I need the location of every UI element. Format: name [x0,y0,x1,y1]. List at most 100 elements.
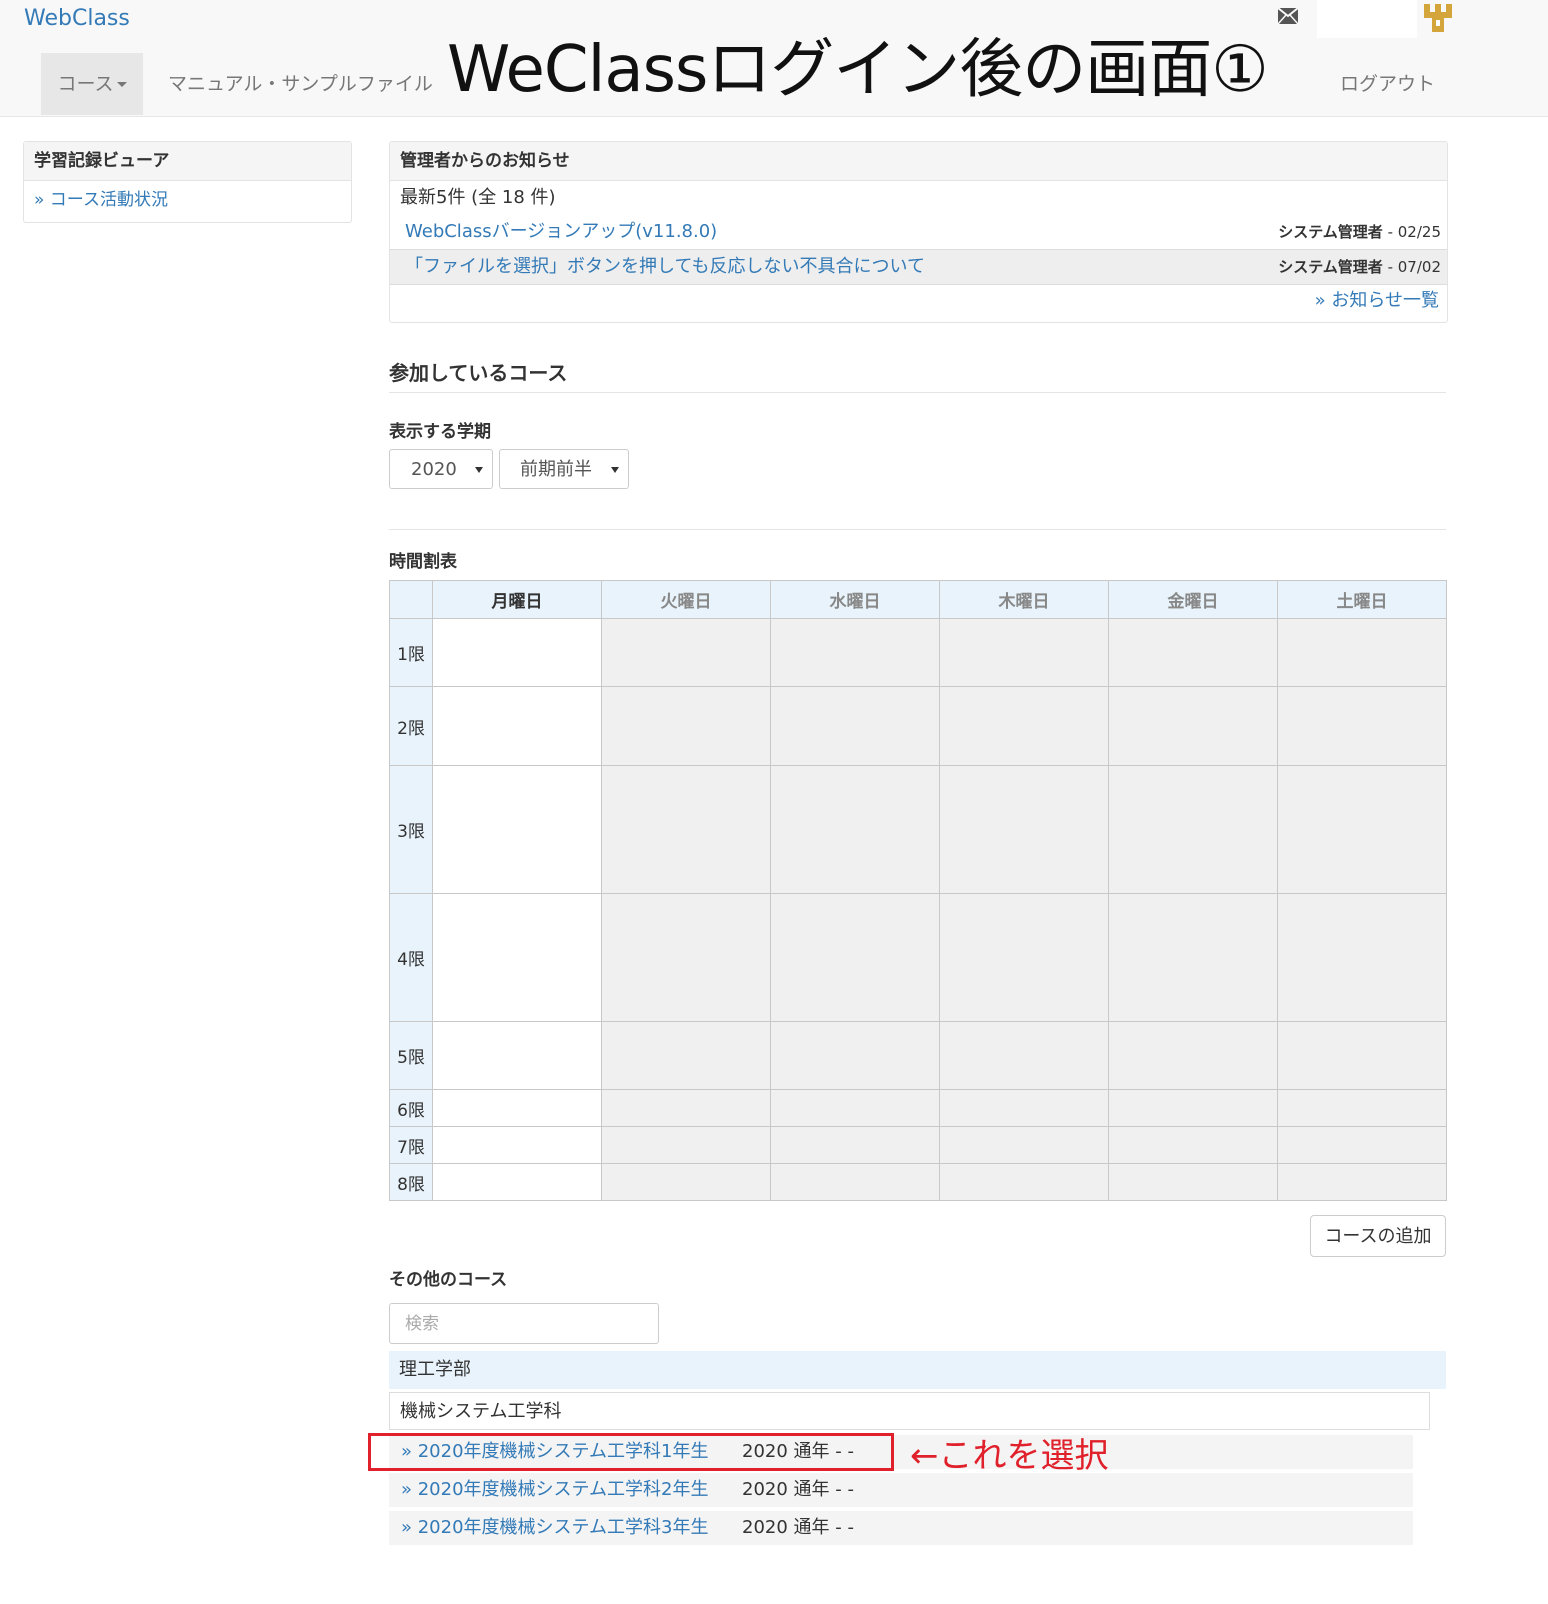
selection-highlight-box [368,1433,894,1471]
period-label: 7限 [389,1126,433,1164]
period-label: 1限 [389,618,433,687]
user-area [1317,0,1417,38]
timetable-cell[interactable] [432,686,602,766]
brand-link[interactable]: WebClass [24,6,130,31]
term-select-value: 前期前半 [520,459,592,480]
timetable-cell[interactable] [939,618,1109,687]
timetable-cell[interactable] [432,1089,602,1127]
timetable-cell[interactable] [601,1089,771,1127]
university-logo-icon [1424,4,1452,32]
course-menu-dropdown[interactable]: コース [41,53,143,115]
timetable-cell[interactable] [601,1126,771,1164]
timetable-cell[interactable] [770,1089,940,1127]
course-term: 2020 通年 - - [742,1517,854,1538]
timetable-corner [389,580,433,619]
timetable-cell[interactable] [1277,1021,1447,1090]
period-label: 4限 [389,893,433,1022]
notice-date: - 02/25 [1382,223,1441,241]
timetable: 月曜日 火曜日 水曜日 木曜日 金曜日 土曜日 1限 2限 3限 4限 5限 6… [389,580,1447,1201]
mail-icon[interactable] [1278,8,1298,24]
timetable-row: 1限 [389,618,1447,687]
period-label: 8限 [389,1163,433,1201]
course-link[interactable]: » 2020年度機械システム工学科2年生 [401,1473,708,1507]
timetable-cell[interactable] [1108,1089,1278,1127]
admin-notice-title: 管理者からのお知らせ [390,142,1447,181]
timetable-cell[interactable] [1277,1089,1447,1127]
notice-list-link[interactable]: » お知らせ一覧 [1315,286,1439,312]
notice-item-link[interactable]: WebClassバージョンアップ(v11.8.0) [405,215,717,249]
timetable-cell[interactable] [770,893,940,1022]
timetable-cell[interactable] [939,893,1109,1022]
timetable-cell[interactable] [1108,1163,1278,1201]
timetable-cell[interactable] [939,686,1109,766]
timetable-cell[interactable] [432,1021,602,1090]
timetable-cell[interactable] [770,1021,940,1090]
day-header-tuesday: 火曜日 [601,580,771,619]
timetable-cell[interactable] [1108,618,1278,687]
notice-item-link[interactable]: 「ファイルを選択」ボタンを押しても反応しない不具合について [405,250,925,284]
notice-item-meta: システム管理者 - 07/02 [1278,250,1441,284]
department-header[interactable]: 機械システム工学科 [389,1392,1430,1430]
notice-author: システム管理者 [1278,223,1383,241]
timetable-cell[interactable] [939,1089,1109,1127]
day-header-monday: 月曜日 [432,580,602,619]
timetable-cell[interactable] [1277,686,1447,766]
timetable-cell[interactable] [939,1126,1109,1164]
course-term: 2020 通年 - - [742,1479,854,1500]
timetable-cell[interactable] [1108,1126,1278,1164]
timetable-cell[interactable] [1108,765,1278,894]
timetable-cell[interactable] [601,1021,771,1090]
page-title: WeClassログイン後の画面① [447,33,1269,107]
notice-item: 「ファイルを選択」ボタンを押しても反応しない不具合について システム管理者 - … [390,249,1447,285]
faculty-header[interactable]: 理工学部 [389,1351,1446,1389]
manual-sample-link[interactable]: マニュアル・サンプルファイル [168,53,433,115]
timetable-cell[interactable] [1277,893,1447,1022]
timetable-cell[interactable] [1277,765,1447,894]
year-select[interactable]: 2020 [389,449,493,489]
timetable-cell[interactable] [432,893,602,1022]
participating-courses-heading: 参加しているコース [389,361,568,385]
day-header-thursday: 木曜日 [939,580,1109,619]
chevron-down-icon [475,467,483,473]
logout-link[interactable]: ログアウト [1340,53,1435,115]
timetable-cell[interactable] [1277,618,1447,687]
timetable-cell[interactable] [770,765,940,894]
timetable-cell[interactable] [1108,893,1278,1022]
timetable-row: 5限 [389,1021,1447,1090]
timetable-cell[interactable] [601,893,771,1022]
timetable-cell[interactable] [1108,1021,1278,1090]
course-activity-link[interactable]: » コース活動状況 [24,181,351,219]
other-courses-heading: その他のコース [389,1270,508,1290]
timetable-cell[interactable] [1108,686,1278,766]
course-list-item: » 2020年度機械システム工学科3年生 2020 通年 - - [389,1511,1413,1545]
chevron-down-icon [611,467,619,473]
timetable-cell[interactable] [432,765,602,894]
timetable-cell[interactable] [939,1021,1109,1090]
timetable-cell[interactable] [770,1126,940,1164]
timetable-cell[interactable] [770,686,940,766]
add-course-button[interactable]: コースの追加 [1310,1215,1446,1257]
timetable-cell[interactable] [770,618,940,687]
day-header-friday: 金曜日 [1108,580,1278,619]
course-link[interactable]: » 2020年度機械システム工学科3年生 [401,1511,708,1545]
course-search-input[interactable] [389,1303,659,1344]
timetable-cell[interactable] [770,1163,940,1201]
timetable-cell[interactable] [432,618,602,687]
timetable-cell[interactable] [601,1163,771,1201]
timetable-cell[interactable] [601,686,771,766]
timetable-cell[interactable] [1277,1126,1447,1164]
timetable-cell[interactable] [601,618,771,687]
divider [389,392,1446,393]
timetable-cell[interactable] [432,1126,602,1164]
term-select[interactable]: 前期前半 [499,449,629,489]
timetable-cell[interactable] [939,765,1109,894]
timetable-cell[interactable] [432,1163,602,1201]
select-this-annotation: ←これを選択 [910,1436,1109,1476]
day-header-saturday: 土曜日 [1277,580,1447,619]
timetable-row: 6限 [389,1089,1447,1127]
top-navbar: WebClass コース マニュアル・サンプルファイル WeClassログイン後… [0,0,1548,117]
timetable-cell[interactable] [601,765,771,894]
course-menu-label: コース [57,73,114,95]
timetable-cell[interactable] [1277,1163,1447,1201]
timetable-cell[interactable] [939,1163,1109,1201]
